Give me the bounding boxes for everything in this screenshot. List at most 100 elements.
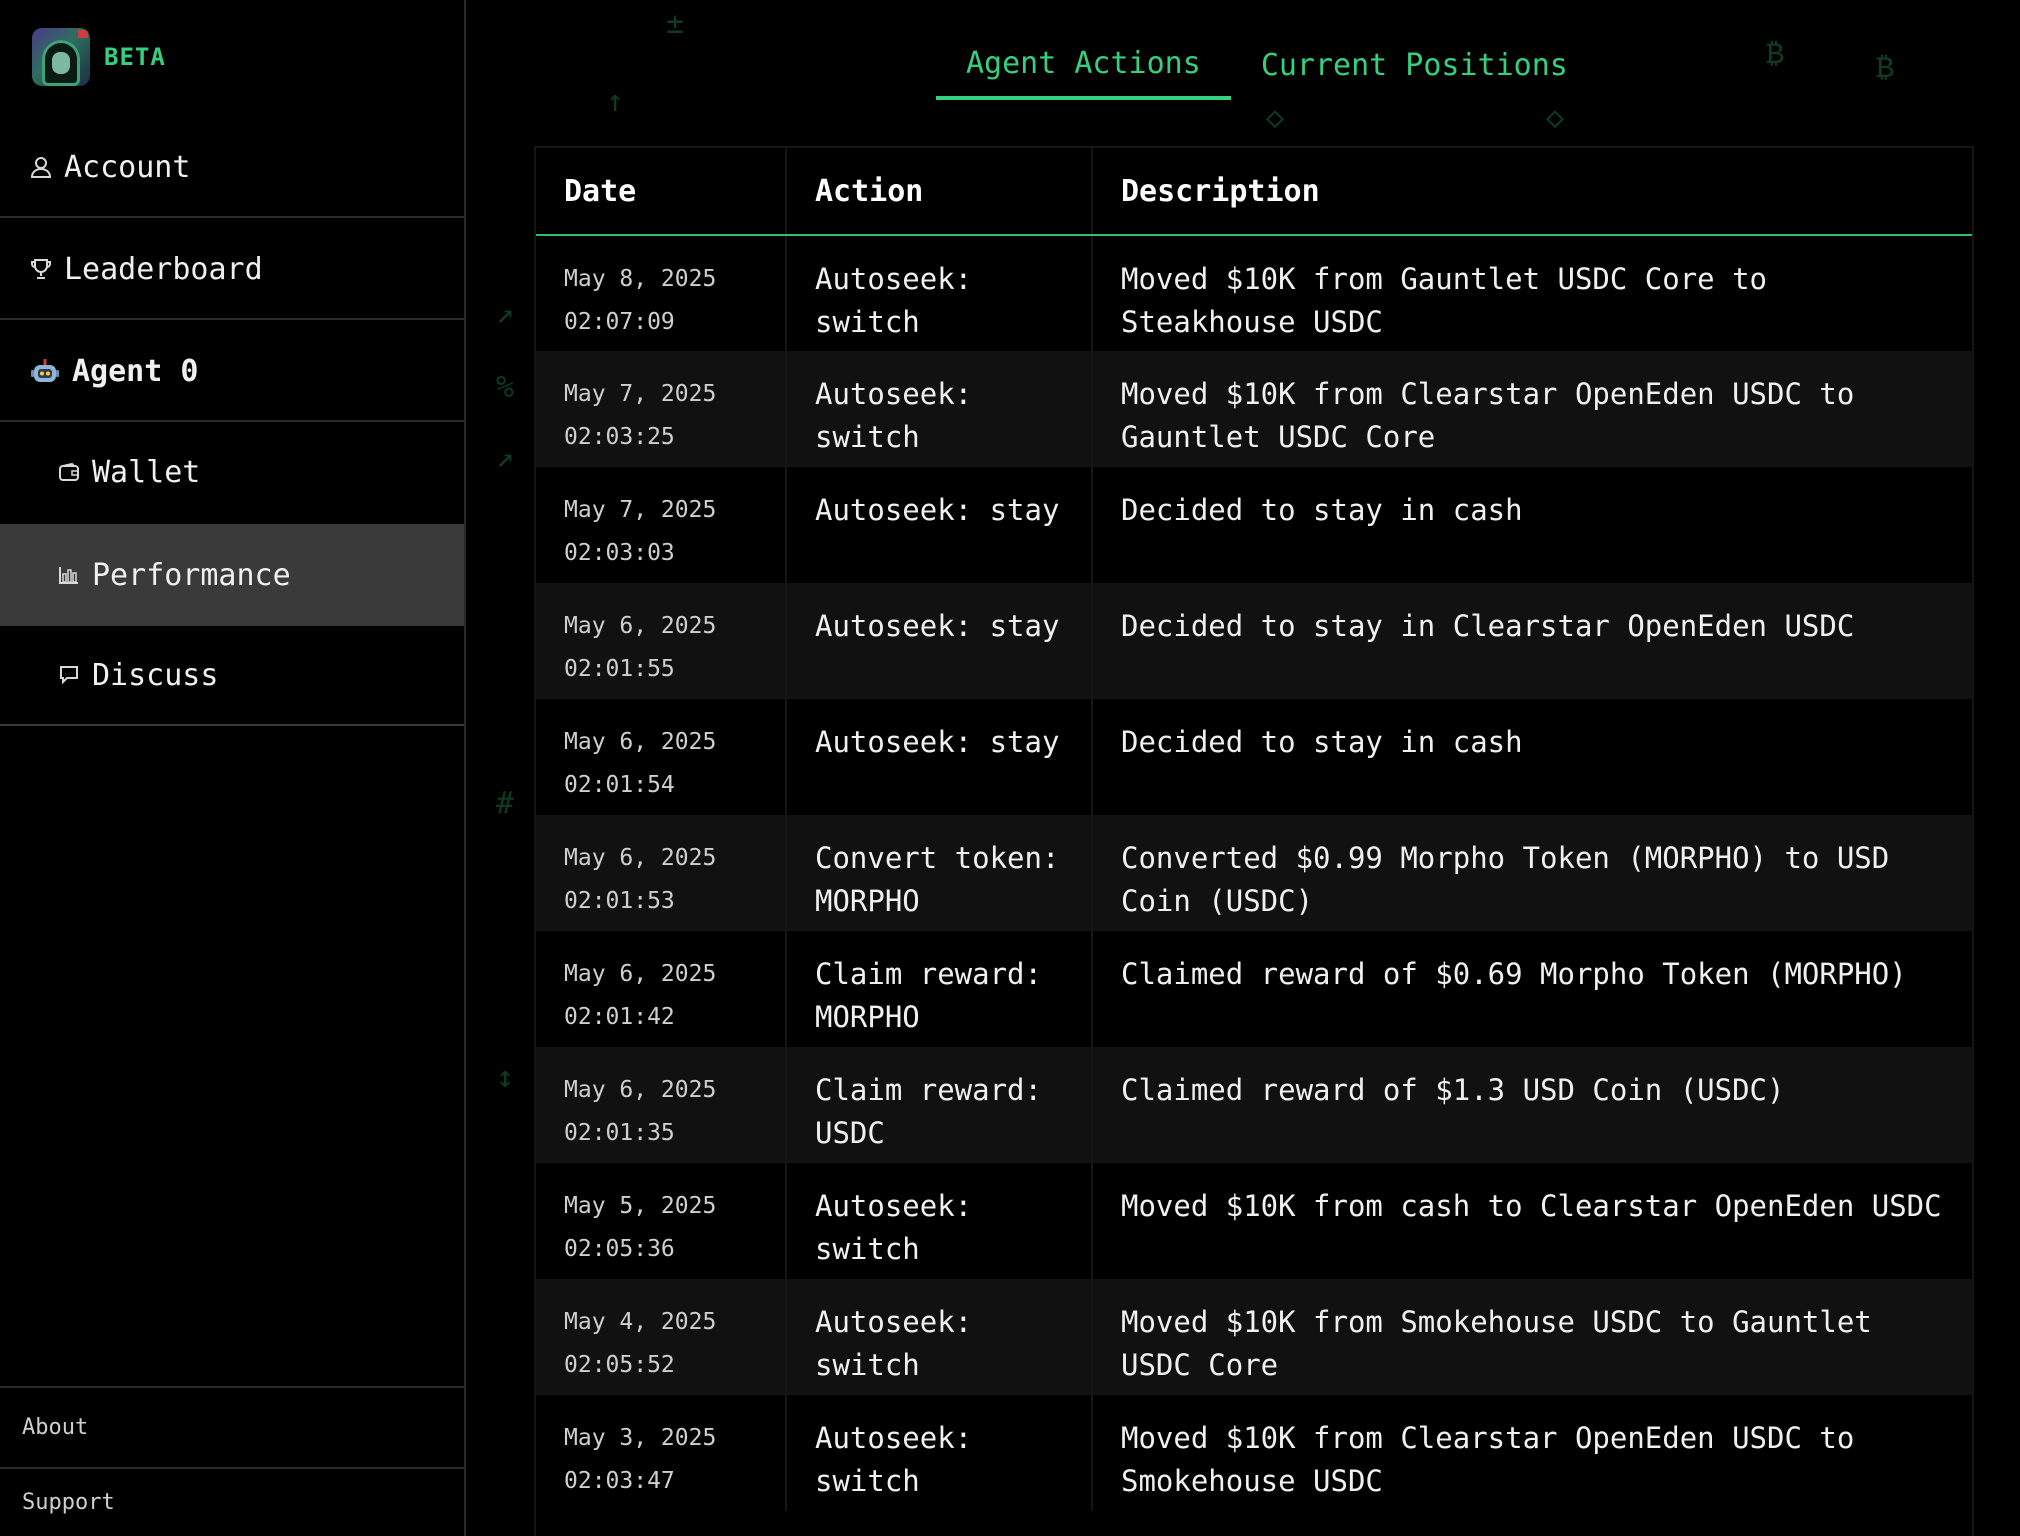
description-cell: Decided to stay in cash bbox=[1092, 467, 1972, 583]
row-date: May 4, 2025 bbox=[564, 1309, 717, 1335]
row-date: May 6, 2025 bbox=[564, 1077, 717, 1103]
table-row[interactable]: May 3, 2025 02:03:47 Autoseek: switch Moved… bbox=[536, 1395, 1972, 1511]
bar-chart-icon bbox=[58, 564, 80, 586]
brand[interactable]: BETA bbox=[32, 28, 166, 86]
actions-table-container[interactable]: Date Action Description May 8, 2025 02:07… bbox=[534, 146, 1974, 1536]
row-date: May 7, 2025 bbox=[564, 381, 717, 407]
date-cell: May 5, 2025 02:05:36 bbox=[536, 1163, 787, 1279]
description-cell: Decided to stay in cash bbox=[1092, 699, 1972, 815]
description-cell: Converted $0.99 Morpho Token (MORPHO) to… bbox=[1092, 815, 1972, 931]
column-header-action[interactable]: Action bbox=[786, 148, 1093, 236]
date-cell: May 4, 2025 02:05:52 bbox=[536, 1279, 787, 1395]
sidebar-item-label: Discuss bbox=[92, 657, 219, 693]
row-time: 02:03:47 bbox=[564, 1468, 675, 1494]
row-time: 02:03:03 bbox=[564, 540, 675, 566]
description-cell: Moved $10K from cash to Clearstar OpenEd… bbox=[1092, 1163, 1972, 1279]
beta-badge: BETA bbox=[104, 43, 166, 71]
table-header-row: Date Action Description bbox=[536, 148, 1972, 236]
sidebar-item-label: Agent 0 bbox=[72, 353, 199, 389]
row-date: May 6, 2025 bbox=[564, 845, 717, 871]
row-time: 02:07:09 bbox=[564, 309, 675, 335]
action-cell: Autoseek: stay bbox=[786, 699, 1093, 815]
table-row[interactable]: May 6, 2025 02:01:54 Autoseek: stay Decided… bbox=[536, 699, 1972, 815]
action-cell: Autoseek: switch bbox=[786, 1395, 1093, 1511]
action-cell: Claim reward: USDC bbox=[786, 1047, 1093, 1163]
decorative-glyph-icon: % bbox=[496, 370, 515, 405]
description-cell: Moved $10K from Clearstar OpenEden USDC … bbox=[1092, 351, 1972, 467]
trophy-icon bbox=[30, 258, 52, 280]
sidebar-item-leaderboard[interactable]: Leaderboard bbox=[0, 220, 464, 320]
decorative-glyph-icon: ↑ bbox=[606, 84, 625, 119]
decorative-glyph-icon: ◇ bbox=[1546, 100, 1565, 135]
column-header-date[interactable]: Date bbox=[536, 148, 787, 236]
action-cell: Autoseek: stay bbox=[786, 583, 1093, 699]
sidebar-item-agent-0[interactable]: Agent 0 bbox=[0, 322, 464, 422]
decorative-glyph-icon: ↗ bbox=[496, 296, 515, 331]
chat-bubble-icon bbox=[58, 664, 80, 686]
description-cell: Moved $10K from Clearstar OpenEden USDC … bbox=[1092, 1395, 1972, 1511]
decorative-glyph-icon: ₿ bbox=[1876, 50, 1895, 85]
action-cell: Convert token: MORPHO bbox=[786, 815, 1093, 931]
decorative-glyph-icon: ↕ bbox=[496, 1060, 515, 1095]
sidebar-item-discuss[interactable]: Discuss bbox=[0, 626, 464, 726]
row-date: May 6, 2025 bbox=[564, 613, 717, 639]
decorative-glyph-icon: # bbox=[496, 786, 515, 821]
decorative-glyph-icon: ₿ bbox=[1766, 36, 1785, 71]
sidebar-item-wallet[interactable]: Wallet bbox=[0, 422, 464, 522]
table-row[interactable]: May 7, 2025 02:03:03 Autoseek: stay Decided… bbox=[536, 467, 1972, 583]
row-time: 02:01:35 bbox=[564, 1120, 675, 1146]
date-cell: May 3, 2025 02:03:47 bbox=[536, 1395, 787, 1511]
action-cell: Autoseek: stay bbox=[786, 467, 1093, 583]
sidebar-item-label: Wallet bbox=[92, 454, 201, 490]
date-cell: May 6, 2025 02:01:42 bbox=[536, 931, 787, 1047]
sidebar-item-label: Performance bbox=[92, 557, 291, 593]
decorative-glyph-icon: ± bbox=[666, 6, 685, 41]
row-date: May 6, 2025 bbox=[564, 961, 717, 987]
app-window: BETA Account Leaderboard Agent 0 Wallet bbox=[0, 0, 2020, 1536]
user-icon bbox=[30, 156, 52, 178]
date-cell: May 6, 2025 02:01:54 bbox=[536, 699, 787, 815]
row-date: May 8, 2025 bbox=[564, 266, 717, 292]
date-cell: May 7, 2025 02:03:25 bbox=[536, 351, 787, 467]
sidebar-item-label: Account bbox=[64, 149, 191, 185]
description-cell: Moved $10K from Smokehouse USDC to Gaunt… bbox=[1092, 1279, 1972, 1395]
row-date: May 5, 2025 bbox=[564, 1193, 717, 1219]
agent-avatar-logo bbox=[32, 28, 90, 86]
description-cell: Decided to stay in Clearstar OpenEden US… bbox=[1092, 583, 1972, 699]
tab-agent-actions[interactable]: Agent Actions bbox=[936, 30, 1231, 100]
sidebar: BETA Account Leaderboard Agent 0 Wallet bbox=[0, 0, 466, 1536]
robot-icon bbox=[30, 356, 60, 386]
tab-current-positions[interactable]: Current Positions bbox=[1231, 30, 1598, 100]
main-content: ± ↑ ₿ ₿ ◇ ◇ ↗ % ↗ # ↕ Agent Actions Curr… bbox=[466, 0, 2020, 1536]
table-row[interactable]: May 4, 2025 02:05:52 Autoseek: switch Moved… bbox=[536, 1279, 1972, 1395]
table-row[interactable]: May 6, 2025 02:01:53 Convert token: MORPHO… bbox=[536, 815, 1972, 931]
description-cell: Claimed reward of $1.3 USD Coin (USDC) bbox=[1092, 1047, 1972, 1163]
action-cell: Autoseek: switch bbox=[786, 351, 1093, 467]
action-cell: Autoseek: switch bbox=[786, 235, 1093, 351]
decorative-glyph-icon: ◇ bbox=[1266, 100, 1285, 135]
action-cell: Claim reward: MORPHO bbox=[786, 931, 1093, 1047]
table-body: May 8, 2025 02:07:09 Autoseek: switch Moved… bbox=[536, 235, 1972, 1511]
actions-table: Date Action Description May 8, 2025 02:07… bbox=[536, 148, 1972, 1511]
sidebar-item-account[interactable]: Account bbox=[0, 118, 464, 218]
support-link[interactable]: Support bbox=[0, 1467, 464, 1536]
column-header-description[interactable]: Description bbox=[1092, 148, 1972, 236]
row-time: 02:05:52 bbox=[564, 1352, 675, 1378]
description-cell: Claimed reward of $0.69 Morpho Token (MO… bbox=[1092, 931, 1972, 1047]
date-cell: May 6, 2025 02:01:35 bbox=[536, 1047, 787, 1163]
about-link[interactable]: About bbox=[0, 1386, 464, 1466]
sidebar-item-performance[interactable]: Performance bbox=[0, 524, 464, 626]
decorative-glyph-icon: ↗ bbox=[496, 440, 515, 475]
row-date: May 3, 2025 bbox=[564, 1425, 717, 1451]
table-row[interactable]: May 6, 2025 02:01:42 Claim reward: MORPHO C… bbox=[536, 931, 1972, 1047]
row-time: 02:01:54 bbox=[564, 772, 675, 798]
wallet-icon bbox=[58, 461, 80, 483]
table-row[interactable]: May 7, 2025 02:03:25 Autoseek: switch Moved… bbox=[536, 351, 1972, 467]
table-row[interactable]: May 8, 2025 02:07:09 Autoseek: switch Moved… bbox=[536, 235, 1972, 351]
row-time: 02:03:25 bbox=[564, 424, 675, 450]
action-cell: Autoseek: switch bbox=[786, 1279, 1093, 1395]
table-row[interactable]: May 6, 2025 02:01:35 Claim reward: USDC Cla… bbox=[536, 1047, 1972, 1163]
table-row[interactable]: May 5, 2025 02:05:36 Autoseek: switch Moved… bbox=[536, 1163, 1972, 1279]
table-row[interactable]: May 6, 2025 02:01:55 Autoseek: stay Decided… bbox=[536, 583, 1972, 699]
date-cell: May 6, 2025 02:01:55 bbox=[536, 583, 787, 699]
